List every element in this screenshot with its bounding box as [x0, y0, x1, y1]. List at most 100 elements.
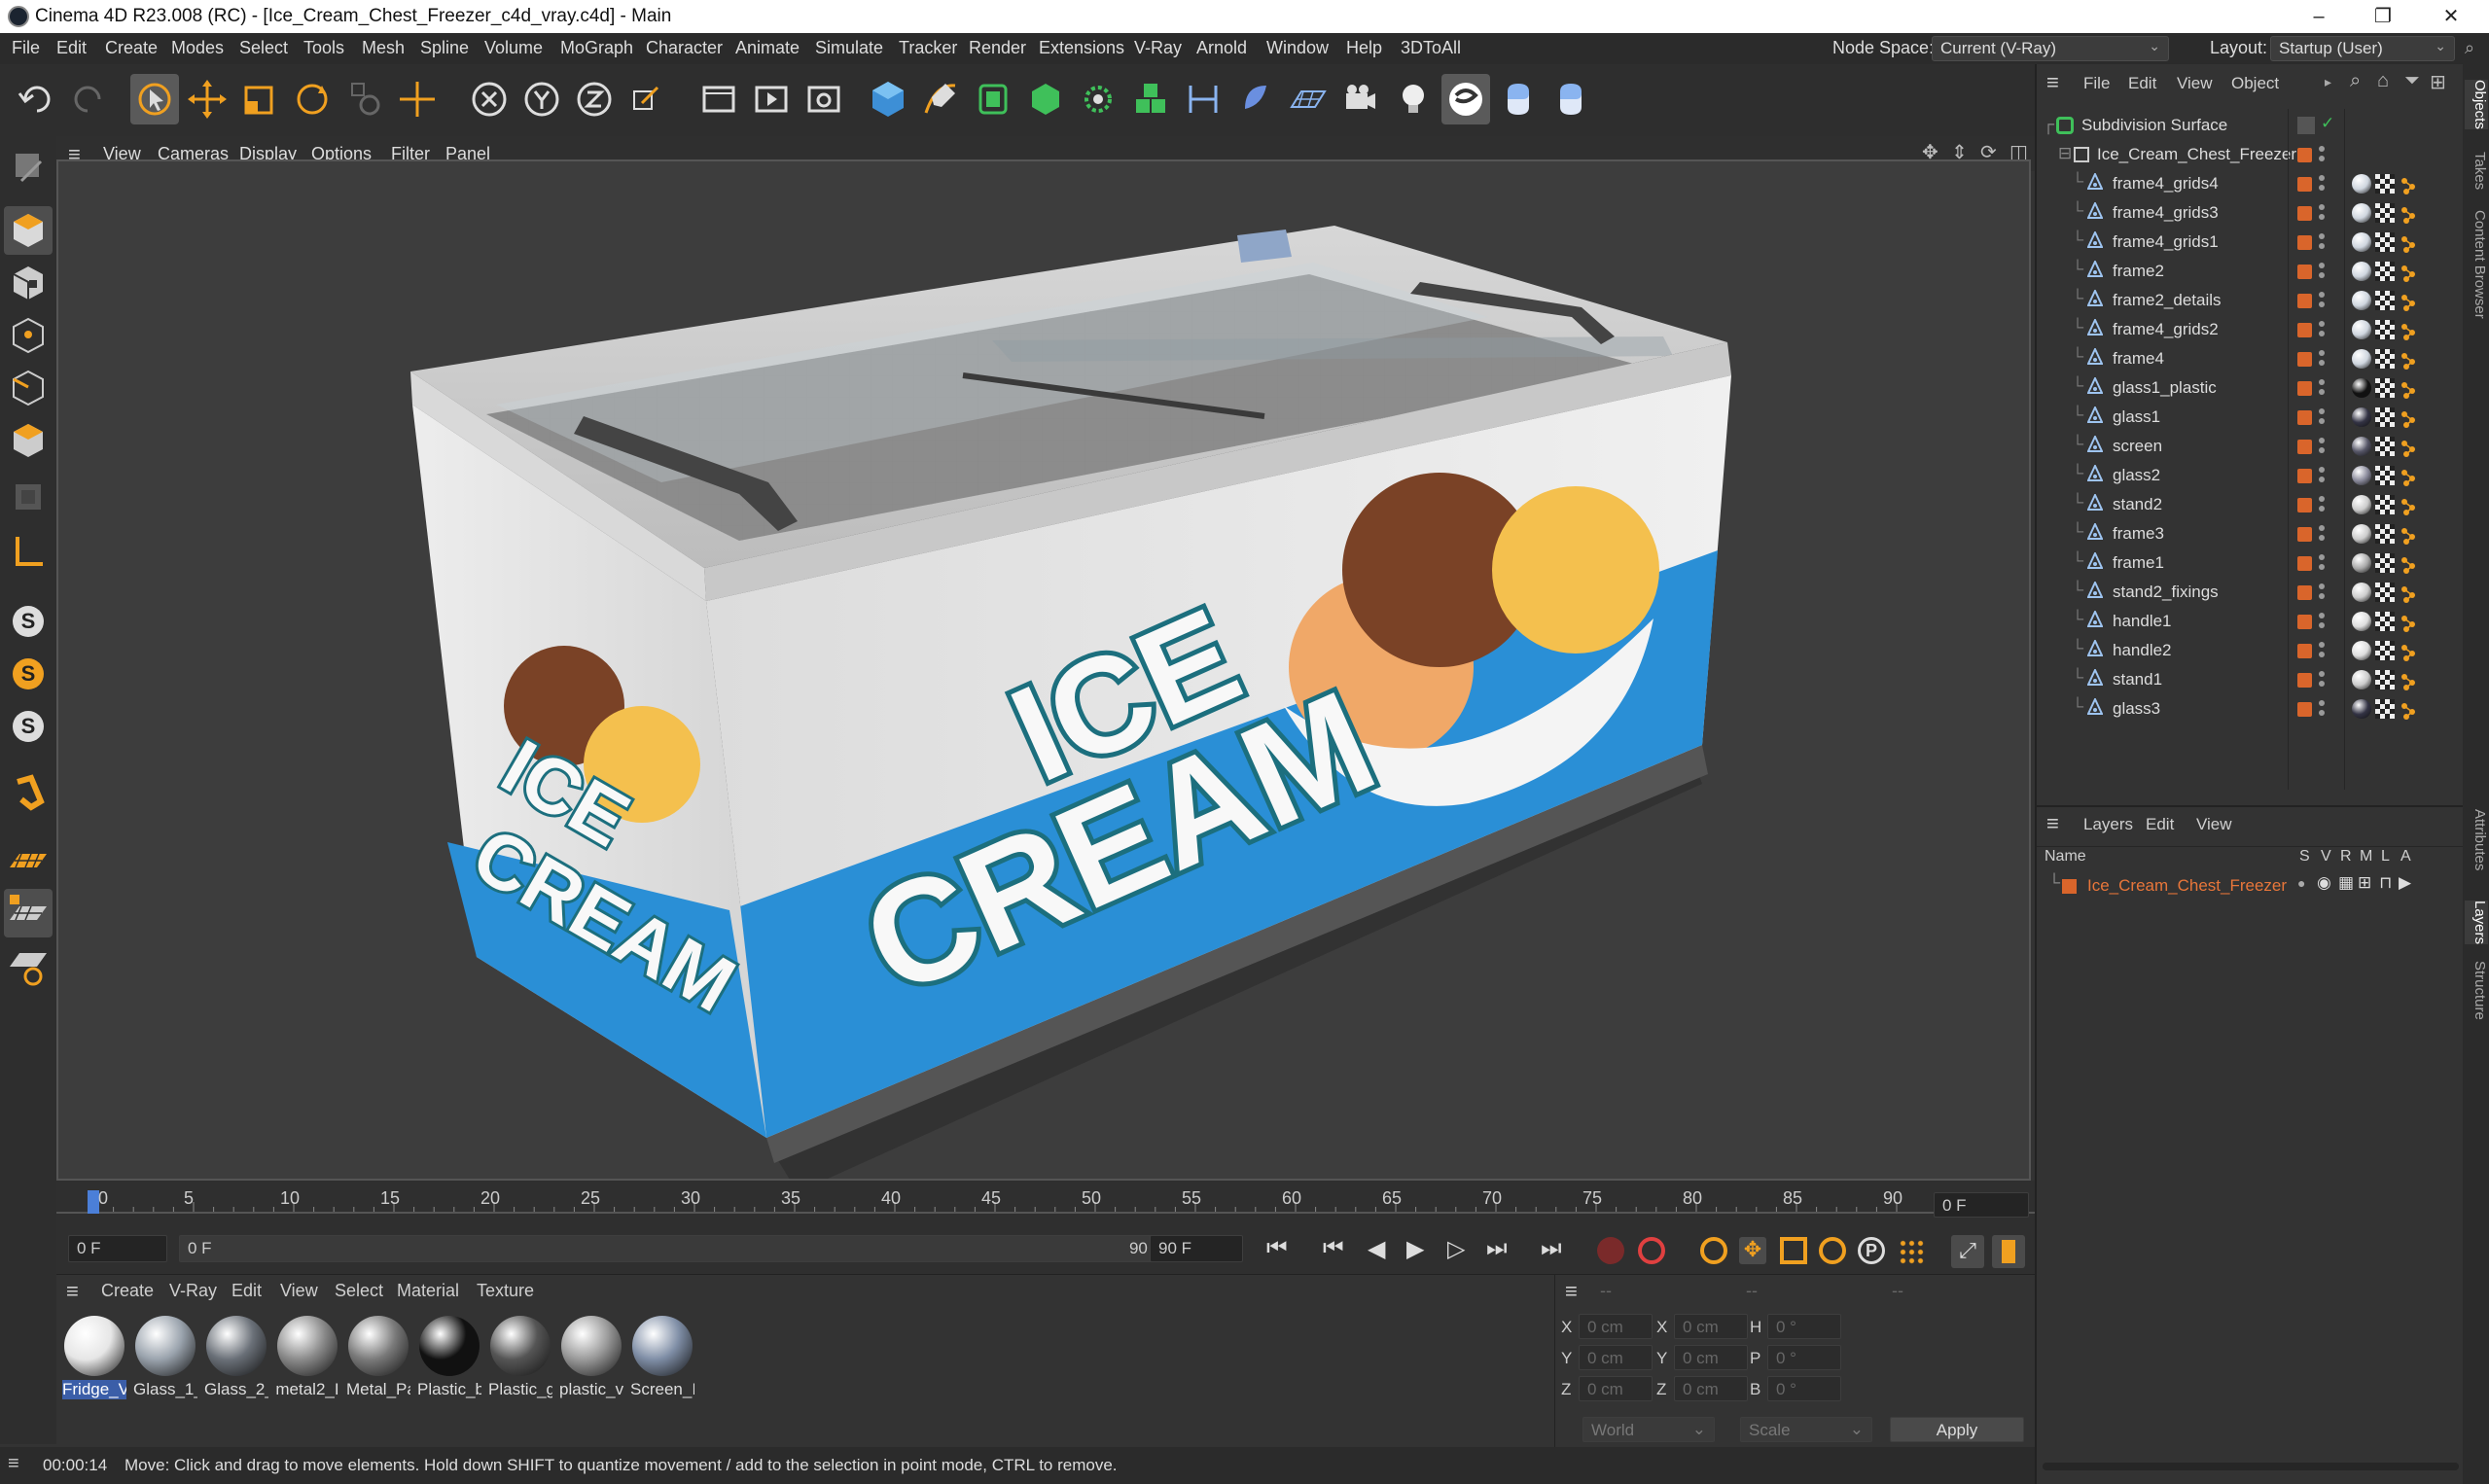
- object-row[interactable]: └ handle2: [2037, 636, 2465, 665]
- lock-icon[interactable]: ⊓: [2379, 873, 2392, 893]
- menu-character[interactable]: Character: [646, 38, 723, 58]
- layer-color-icon[interactable]: [2297, 410, 2312, 425]
- menu-simulate[interactable]: Simulate: [815, 38, 883, 58]
- texture-tag-icon[interactable]: [2375, 495, 2395, 514]
- texture-tag-icon[interactable]: [2375, 641, 2395, 660]
- transform-icon[interactable]: [393, 74, 442, 124]
- redo-icon[interactable]: [64, 74, 113, 124]
- object-row[interactable]: └ frame4_grids2: [2037, 315, 2465, 344]
- material-tag-icon[interactable]: [2352, 670, 2371, 689]
- rotation-key-icon[interactable]: [1819, 1237, 1846, 1264]
- material-tag-icon[interactable]: [2352, 583, 2371, 602]
- material-tag-icon[interactable]: [2352, 291, 2371, 310]
- visibility-dots[interactable]: [2319, 379, 2325, 397]
- eye-icon[interactable]: ◉: [2317, 873, 2331, 893]
- object-row[interactable]: └ stand2_fixings: [2037, 578, 2465, 607]
- snap-icon[interactable]: S: [4, 597, 53, 646]
- texture-tag-icon[interactable]: [2375, 291, 2395, 310]
- subdivision-surface-icon[interactable]: [969, 74, 1017, 124]
- layer-color-icon[interactable]: [2297, 673, 2312, 688]
- object-row[interactable]: └ glass2: [2037, 461, 2465, 490]
- camera-icon[interactable]: [1336, 74, 1385, 124]
- layer-color-icon[interactable]: [2297, 177, 2312, 192]
- axis-mode-icon[interactable]: [4, 527, 53, 576]
- pen-spline-icon[interactable]: [916, 74, 965, 124]
- menu-mesh[interactable]: Mesh: [362, 38, 405, 58]
- model-mode-icon[interactable]: [4, 206, 53, 255]
- size-mode-dropdown[interactable]: Scale ⌄: [1740, 1417, 1872, 1442]
- x-axis-icon[interactable]: [465, 74, 514, 124]
- vray-tag-icon[interactable]: [2399, 467, 2418, 486]
- menu-3dtoall[interactable]: 3DToAll: [1401, 38, 1461, 58]
- position-key-icon[interactable]: ✥: [1739, 1237, 1766, 1264]
- layer-color-icon[interactable]: [2297, 323, 2312, 337]
- go-to-end-icon[interactable]: ⏭: [1541, 1235, 1562, 1262]
- visibility-dots[interactable]: [2319, 613, 2325, 630]
- object-row[interactable]: └ frame2_details: [2037, 286, 2465, 315]
- material-tag-icon[interactable]: [2352, 466, 2371, 485]
- texture-tag-icon[interactable]: [2375, 612, 2395, 631]
- layer-row[interactable]: └ Ice_Cream_Chest_Freezer ● ◉ ▦ ⊞ ⊓ ▶: [2037, 871, 2465, 901]
- cube-object-icon[interactable]: [864, 74, 912, 124]
- visibility-dots[interactable]: [2319, 263, 2325, 280]
- texture-tag-icon[interactable]: [2375, 232, 2395, 252]
- visibility-dots[interactable]: [2319, 525, 2325, 543]
- object-row[interactable]: └ glass1_plastic: [2037, 373, 2465, 403]
- texture-tag-icon[interactable]: [2375, 407, 2395, 427]
- menu-select[interactable]: Select: [239, 38, 288, 58]
- layer-color-icon[interactable]: [2297, 148, 2312, 162]
- layer-color-icon[interactable]: [2297, 469, 2312, 483]
- material-tag-icon[interactable]: [2352, 349, 2371, 369]
- material-swatch[interactable]: Plastic_g: [488, 1316, 552, 1399]
- visibility-dots[interactable]: [2319, 321, 2325, 338]
- hamburger-icon[interactable]: ≡: [2046, 811, 2059, 836]
- coordinate-space-dropdown[interactable]: World ⌄: [1582, 1417, 1715, 1442]
- material-menu-view[interactable]: View: [280, 1281, 318, 1301]
- magnet-icon[interactable]: [4, 768, 53, 817]
- texture-tag-icon[interactable]: [2375, 437, 2395, 456]
- previous-key-icon[interactable]: ⏮: [1323, 1235, 1344, 1262]
- menu-edit[interactable]: Edit: [56, 38, 87, 58]
- material-tag-icon[interactable]: [2352, 262, 2371, 281]
- coordinate-system-icon[interactable]: [622, 74, 671, 124]
- horizontal-scrollbar[interactable]: [2043, 1463, 2459, 1470]
- layer-color-icon[interactable]: [2297, 265, 2312, 279]
- visibility-dots[interactable]: [2319, 496, 2325, 513]
- object-row[interactable]: └ frame2: [2037, 257, 2465, 286]
- vray-tag-icon[interactable]: [2399, 233, 2418, 253]
- tab-content-browser[interactable]: Content Browser: [2465, 210, 2488, 319]
- coord-value-field[interactable]: 0 °: [1767, 1345, 1841, 1370]
- preview-range-slider[interactable]: 0 F 90 F: [179, 1235, 1181, 1262]
- y-axis-icon[interactable]: [517, 74, 566, 124]
- layer-color-icon[interactable]: [2297, 498, 2312, 512]
- vray-tag-icon[interactable]: [2399, 525, 2418, 545]
- texture-tag-icon[interactable]: [2375, 378, 2395, 398]
- previous-frame-icon[interactable]: ◀: [1368, 1235, 1385, 1263]
- material-tag-icon[interactable]: [2352, 174, 2371, 194]
- menu-create[interactable]: Create: [105, 38, 158, 58]
- manager-icon[interactable]: ⊞: [2358, 873, 2371, 893]
- visibility-dots[interactable]: [2319, 700, 2325, 718]
- layer-menu-edit[interactable]: Edit: [2146, 815, 2174, 834]
- menu-extensions[interactable]: Extensions: [1039, 38, 1124, 58]
- menu-animate[interactable]: Animate: [735, 38, 800, 58]
- deformer-icon[interactable]: [1179, 74, 1227, 124]
- search-icon[interactable]: ⌕: [2350, 70, 2361, 92]
- coord-value-field[interactable]: 0 cm: [1674, 1345, 1748, 1370]
- texture-mode-icon[interactable]: [4, 259, 53, 307]
- material-menu-select[interactable]: Select: [335, 1281, 383, 1301]
- visibility-dots[interactable]: [2319, 204, 2325, 222]
- texture-tag-icon[interactable]: [2375, 203, 2395, 223]
- layer-color-icon[interactable]: [2297, 644, 2312, 658]
- object-row[interactable]: └ frame4_grids1: [2037, 228, 2465, 257]
- object-menu-object[interactable]: Object: [2231, 74, 2279, 93]
- visibility-dots[interactable]: [2319, 642, 2325, 659]
- coord-value-field[interactable]: 0 °: [1767, 1376, 1841, 1401]
- filter-icon[interactable]: ⏷: [2404, 70, 2420, 92]
- layer-menu-view[interactable]: View: [2196, 815, 2232, 834]
- render-settings-icon[interactable]: [800, 74, 848, 124]
- object-row[interactable]: └ frame4: [2037, 344, 2465, 373]
- layer-menu-layers[interactable]: Layers: [2083, 815, 2133, 834]
- object-menu-edit[interactable]: Edit: [2128, 74, 2156, 93]
- motion-clip-icon[interactable]: [1992, 1235, 2025, 1268]
